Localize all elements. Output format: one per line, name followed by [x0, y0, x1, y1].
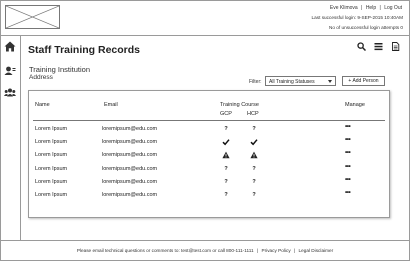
gcp-status-check-icon [222, 136, 230, 148]
page-toolbar [357, 41, 400, 51]
row-name: Lorem Ipsum [35, 152, 68, 159]
footer: Please email technical questions or comm… [0, 240, 410, 261]
legal-disclaimer-link[interactable]: Legal Disclaimer [299, 248, 334, 253]
row-email: loremipsum@edu.com [102, 165, 158, 172]
column-header-hcp[interactable]: HCP [247, 111, 259, 117]
unsuccessful-attempts-text: No of unsuccessful login attempts 0 [329, 25, 403, 30]
staff-table: Name Email Training Course GCP HCP Manag… [28, 90, 390, 218]
logo-placeholder[interactable] [5, 5, 60, 29]
table-row: Lorem Ipsum loremipsum@edu.com?? ••• [29, 123, 389, 135]
hcp-status-warning-icon [250, 149, 258, 161]
left-nav [0, 36, 21, 240]
hcp-status-unknown-status: ? [252, 126, 256, 132]
gcp-status-unknown-status: ? [224, 178, 228, 185]
filter-label: Filter: [249, 79, 262, 85]
add-person-button[interactable]: + Add Person [342, 76, 385, 86]
separator: | [256, 248, 259, 253]
row-name: Lorem Ipsum [35, 126, 68, 132]
column-header-manage: Manage [345, 102, 365, 108]
manage-more-icon[interactable]: ••• [345, 134, 351, 146]
row-name: Lorem Ipsum [35, 192, 68, 198]
help-link[interactable]: Help [366, 5, 376, 11]
user-name-link[interactable]: Eve Klimova [330, 5, 358, 11]
manage-more-icon[interactable]: ••• [345, 161, 351, 173]
list-icon[interactable] [374, 42, 383, 51]
table-row: Lorem Ipsum loremipsum@edu.com?? ••• [29, 176, 389, 188]
manage-more-icon[interactable]: ••• [345, 187, 351, 199]
institution-address: Address [29, 74, 53, 81]
warning-icon [250, 151, 258, 159]
row-email: loremipsum@edu.com [102, 152, 158, 159]
institution-name: Training Institution [29, 65, 91, 74]
row-name: Lorem Ipsum [35, 178, 68, 185]
manage-more-icon[interactable]: ••• [345, 174, 351, 186]
manage-more-icon[interactable]: ••• [345, 121, 351, 133]
table-row: Lorem Ipsum loremipsum@edu.com?? ••• [29, 189, 389, 201]
column-header-gcp[interactable]: GCP [220, 111, 232, 117]
privacy-policy-link[interactable]: Privacy Policy [261, 248, 290, 253]
hcp-status-unknown-status: ? [252, 192, 256, 198]
user-card-icon[interactable] [4, 65, 16, 76]
table-row: Lorem Ipsum loremipsum@edu.com ••• [29, 136, 389, 148]
filter-select[interactable]: All Training Statuses [265, 76, 336, 86]
row-email: loremipsum@edu.com [102, 192, 158, 198]
footer-contact-text: Please email technical questions or comm… [76, 248, 254, 253]
row-name: Lorem Ipsum [35, 139, 68, 146]
table-row: Lorem Ipsum loremipsum@edu.com ••• [29, 149, 389, 161]
check-icon [222, 138, 230, 146]
separator: | [361, 5, 363, 11]
user-links: Eve Klimova | Help | Log Out [329, 5, 403, 11]
separator: | [379, 5, 381, 11]
row-email: loremipsum@edu.com [102, 126, 158, 132]
gcp-status-warning-icon [222, 149, 230, 161]
manage-more-icon[interactable]: ••• [345, 147, 351, 159]
page-title: Staff Training Records [28, 44, 141, 56]
hcp-status-check-icon [250, 136, 258, 148]
gcp-status-unknown-status: ? [224, 126, 228, 132]
header: Eve Klimova | Help | Log Out Last succes… [0, 0, 410, 36]
separator: | [293, 248, 296, 253]
gcp-status-unknown-status: ? [224, 165, 228, 172]
table-row: Lorem Ipsum loremipsum@edu.com?? ••• [29, 163, 389, 175]
row-email: loremipsum@edu.com [102, 139, 158, 146]
home-icon[interactable] [4, 41, 16, 52]
image-placeholder-icon [6, 6, 59, 28]
row-email: loremipsum@edu.com [102, 178, 158, 185]
group-icon[interactable] [4, 87, 16, 98]
hcp-status-unknown-status: ? [252, 165, 256, 172]
row-name: Lorem Ipsum [35, 165, 68, 172]
check-icon [250, 138, 258, 146]
logout-link[interactable]: Log Out [384, 5, 402, 11]
column-header-email[interactable]: Email [104, 102, 118, 108]
header-divider [33, 120, 385, 121]
search-icon[interactable] [357, 41, 366, 51]
column-header-name[interactable]: Name [35, 102, 50, 108]
filter-selected-value: All Training Statuses [269, 78, 315, 85]
document-icon[interactable] [391, 41, 400, 51]
last-login-text: Last successful login: 9-SEP-2015 10:40A… [311, 15, 403, 20]
column-header-training-course: Training Course [220, 102, 259, 108]
chevron-down-icon [328, 80, 332, 83]
gcp-status-unknown-status: ? [224, 192, 228, 198]
hcp-status-unknown-status: ? [252, 178, 256, 185]
warning-icon [222, 151, 230, 159]
